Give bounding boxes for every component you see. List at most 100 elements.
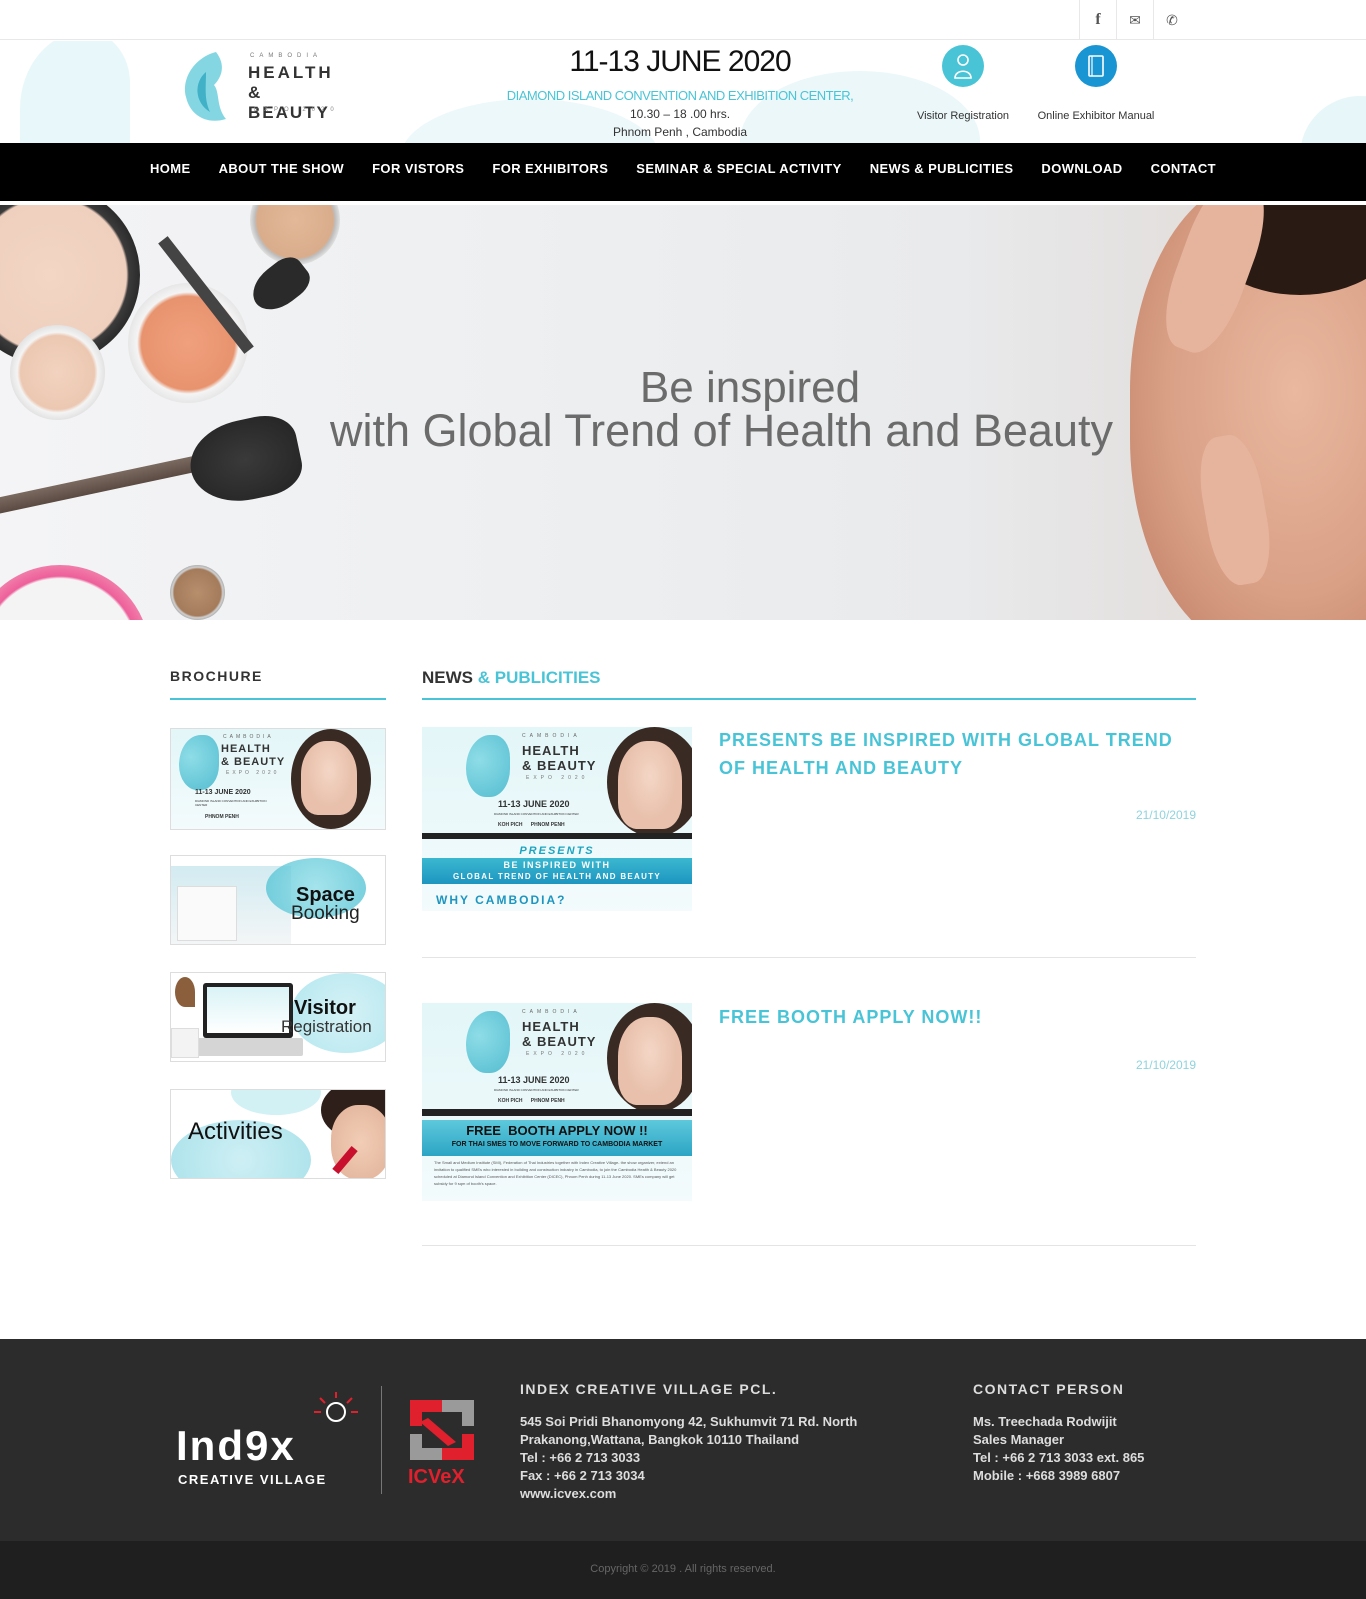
icvex-logo-text: ICVeX [408, 1466, 465, 1488]
model-face-image [301, 741, 357, 815]
logo-swirl-shape [179, 735, 219, 790]
brochure-venue: DIAMOND ISLAND CONVENTION AND EXHIBITION… [195, 799, 267, 807]
icvex-logo[interactable]: ICVeX [408, 1398, 478, 1493]
event-place: Phnom Penh , Cambodia [612, 125, 748, 139]
logo-line1: HEALTH [248, 63, 334, 82]
nav-news[interactable]: NEWS & PUBLICITIES [870, 161, 1014, 176]
logo-line2: & BEAUTY [248, 83, 330, 122]
banner-country: CAMBODIA [522, 733, 581, 739]
banner-line2: & BEAUTY [522, 758, 597, 773]
article-headline[interactable]: FREE BOOTH APPLY NOW!! [719, 1003, 1189, 1031]
news-underline [422, 698, 1196, 700]
site-logo[interactable]: CAMBODIA HEALTH & BEAUTY EXPO 2020 [176, 47, 346, 127]
nav-about-the-show[interactable]: ABOUT THE SHOW [219, 161, 344, 176]
brochure-date: 11-13 JUNE 2020 [195, 789, 251, 796]
index-logo-subtitle: CREATIVE VILLAGE [178, 1472, 327, 1487]
banner-global: GLOBAL TREND OF HEALTH AND BEAUTY [452, 872, 662, 881]
event-venue: DIAMOND ISLAND CONVENTION AND EXHIBITION… [506, 88, 854, 103]
event-date: 11-13 JUNE 2020 [569, 45, 791, 78]
banner-places: KOH PICH PHNOM PENH [498, 822, 565, 828]
activities-card[interactable]: Activities [170, 1089, 386, 1179]
site-header: CAMBODIA HEALTH & BEAUTY EXPO 2020 11-13… [0, 41, 1366, 144]
article-headline[interactable]: PRESENTS BE INSPIRED WITH GLOBAL TREND O… [719, 726, 1189, 782]
footer-contact-block: Ms. Treechada Rodwijit Sales Manager Tel… [973, 1413, 1144, 1485]
powder-compact-image [250, 205, 340, 265]
article-thumbnail[interactable]: CAMBODIA HEALTH & BEAUTY EXPO 2020 11-13… [422, 727, 692, 911]
space-booking-card[interactable]: Space Booking [170, 855, 386, 945]
nav-download[interactable]: DOWNLOAD [1041, 161, 1122, 176]
brochure-banner: CAMBODIA HEALTH & BEAUTY EXPO 2020 11-13… [171, 729, 385, 829]
nav-home[interactable]: HOME [150, 161, 191, 176]
footer-contact-mobile: Mobile : +668 3989 6807 [973, 1468, 1121, 1483]
banner-black-stripe [422, 1109, 692, 1116]
laptop-screen-content [207, 987, 289, 1033]
banner-body: The Small and Medium Institute (SMI), Fe… [434, 1160, 677, 1186]
nav-seminar[interactable]: SEMINAR & SPECIAL ACTIVITY [636, 161, 841, 176]
footer-address-block: 545 Soi Pridi Bhanomyong 42, Sukhumvit 7… [520, 1413, 857, 1503]
facebook-icon[interactable]: f [1079, 0, 1116, 40]
visitor-registration-card[interactable]: Visitor Registration [170, 972, 386, 1062]
visitor-registration-card-line2: Registration [281, 1017, 372, 1036]
visitor-registration-button[interactable]: Visitor Registration [898, 45, 1028, 122]
brochure-line2: & BEAUTY [221, 756, 286, 768]
article-divider [422, 1245, 1196, 1246]
copyright-text: Copyright © 2019 . All rights reserved. [590, 1563, 776, 1575]
brochure-country: CAMBODIA [223, 734, 274, 740]
exhibitor-manual-label: Online Exhibitor Manual [1037, 110, 1155, 122]
footer-logo-divider [381, 1386, 382, 1494]
hero-headline-line2: with Global Trend of Health and Beauty [330, 405, 1113, 456]
top-utility-bar: f ✉ ✆ [0, 0, 1366, 40]
banner-date: 11-13 JUNE 2020 [498, 799, 570, 809]
banner-line1: HEALTH [522, 743, 580, 758]
leaf-decoration-image [175, 977, 195, 1007]
banner-line2: & BEAUTY [522, 1034, 597, 1049]
phone-icon[interactable]: ✆ [1153, 0, 1190, 40]
space-booking-banner: Space Booking [171, 856, 385, 944]
exhibitor-manual-button[interactable]: Online Exhibitor Manual [1031, 45, 1161, 122]
laptop-keyboard-image [191, 1038, 303, 1056]
nav-for-visitors[interactable]: FOR VISTORS [372, 161, 464, 176]
banner-line3: EXPO 2020 [526, 775, 589, 781]
event-time: 10.30 – 18 .00 hrs. [629, 107, 731, 121]
logo-face-icon [185, 52, 226, 121]
news-title-accent: & PUBLICITIES [477, 668, 601, 687]
mail-icon[interactable]: ✉ [1116, 0, 1153, 40]
banner-why: WHY CAMBODIA? [436, 893, 567, 907]
article-banner: CAMBODIA HEALTH & BEAUTY EXPO 2020 11-13… [422, 727, 692, 911]
article-date: 21/10/2019 [1135, 808, 1196, 822]
decorative-swirl [231, 1090, 321, 1115]
article-date: 21/10/2019 [1135, 1058, 1196, 1072]
main-navigation: HOME ABOUT THE SHOW FOR VISTORS FOR EXHI… [0, 143, 1366, 201]
notebook-image [171, 1028, 199, 1058]
nav-for-exhibitors[interactable]: FOR EXHIBITORS [492, 161, 608, 176]
footer-tel: Tel : +66 2 713 3033 [520, 1450, 641, 1465]
activities-label: Activities [188, 1118, 283, 1145]
activities-banner: Activities [171, 1090, 385, 1178]
footer-contact-tel: Tel : +66 2 713 3033 ext. 865 [973, 1450, 1145, 1465]
model-face-image [618, 741, 682, 829]
copyright-bar: Copyright © 2019 . All rights reserved. [0, 1541, 1366, 1599]
footer-website-link[interactable]: www.icvex.com [520, 1485, 857, 1503]
brochure-card[interactable]: CAMBODIA HEALTH & BEAUTY EXPO 2020 11-13… [170, 728, 386, 830]
decorative-shape [20, 41, 130, 144]
icvex-emblem-icon [410, 1400, 474, 1460]
book-icon [1075, 45, 1117, 87]
space-booking-line2: Booking [291, 903, 360, 924]
news-title-dark: NEWS [422, 668, 473, 687]
brochure-line1: HEALTH [221, 743, 271, 755]
brochure-title: BROCHURE [170, 668, 263, 684]
news-section-title: NEWS & PUBLICITIES [422, 668, 601, 688]
banner-places: KOH PICH PHNOM PENH [498, 1098, 565, 1104]
article-banner: CAMBODIA HEALTH & BEAUTY EXPO 2020 11-13… [422, 1003, 692, 1201]
article-divider [422, 957, 1196, 958]
article-thumbnail[interactable]: CAMBODIA HEALTH & BEAUTY EXPO 2020 11-13… [422, 1003, 692, 1201]
person-icon [942, 45, 984, 87]
index-logo[interactable]: Ind9x CREATIVE VILLAGE [176, 1390, 358, 1490]
footer-address2: Prakanong,Wattana, Bangkok 10110 Thailan… [520, 1432, 800, 1447]
logo-country: CAMBODIA [250, 53, 323, 59]
footer-contact-role: Sales Manager [973, 1432, 1065, 1447]
banner-line3: EXPO 2020 [526, 1051, 589, 1057]
nav-contact[interactable]: CONTACT [1151, 161, 1216, 176]
footer-contact-name: Ms. Treechada Rodwijit [973, 1414, 1117, 1429]
logo-swirl-shape [466, 1011, 510, 1073]
